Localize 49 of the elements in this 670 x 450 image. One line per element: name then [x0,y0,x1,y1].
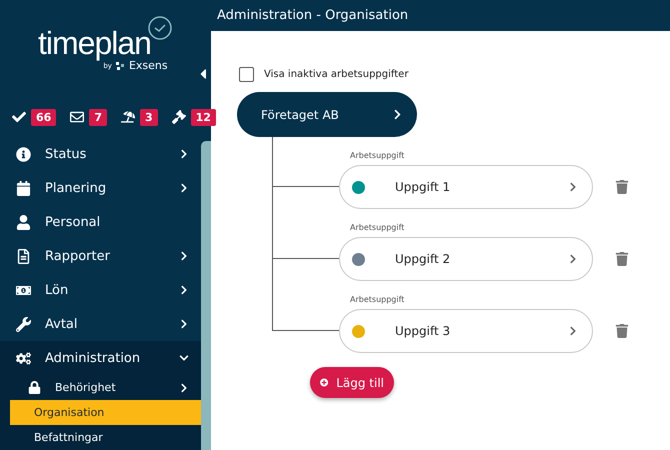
lock-icon [28,381,41,394]
task-caption: Arbetsuppgift [350,151,406,162]
envelope-icon[interactable] [70,110,84,124]
document-icon [16,248,31,264]
task-node[interactable]: Uppgift 1 [339,165,593,209]
count-badge: 66 [31,108,56,126]
check-icon[interactable] [12,110,26,124]
trash-icon[interactable] [615,324,629,338]
organisation-node[interactable]: Företaget AB [237,92,417,137]
scrollbar[interactable] [201,141,211,450]
count-badge: 7 [89,108,107,126]
count-badge: 12 [190,108,216,126]
logo-brand: Exsens [128,59,168,72]
sidebar-item[interactable]: Lön [0,273,201,307]
sidebar-item[interactable]: Rapporter [0,239,201,273]
beach-umbrella-icon[interactable] [120,110,135,124]
sidebar-item[interactable]: Planering [0,171,201,205]
connector-line [272,209,339,281]
task-node[interactable]: Uppgift 3 [339,309,593,353]
chevron-right-icon [392,109,403,120]
trash-icon[interactable] [615,252,629,266]
chevron-right-icon [568,182,578,192]
calendar-icon [16,180,31,196]
sidebar-item[interactable]: Personal [0,205,201,239]
sidebar-item[interactable]: Administration [0,341,201,375]
checkbox-label: Visa inaktiva arbetsuppgifter [264,69,408,80]
info-icon [16,146,31,162]
sidebar-subitem[interactable]: Behörighet [10,375,201,400]
sidebar-subitem[interactable]: Befattningar [10,425,201,450]
count-badge: 3 [140,108,158,126]
person-icon [16,214,31,230]
task-node[interactable]: Uppgift 2 [339,237,593,281]
wrench-icon [16,316,31,332]
sidebar-item[interactable]: Avtal [0,307,201,341]
task-caption: Arbetsuppgift [350,295,406,306]
brand-mark-icon [116,62,125,70]
sidebar-subitem[interactable]: Organisation [10,400,201,425]
task-caption: Arbetsuppgift [350,223,406,234]
chevron-right-icon [568,254,578,264]
checkbox[interactable] [239,67,254,82]
chevron-right-icon [568,326,578,336]
trash-icon[interactable] [615,180,629,194]
connector-line [272,137,339,209]
sidebar-item[interactable]: Status [0,137,201,171]
page-title: Administration - Organisation [211,0,670,31]
add-button[interactable]: Lägg till [310,367,394,398]
logo-wordmark: timeplan [38,27,151,60]
gavel-icon[interactable] [172,110,186,124]
gears-icon [16,350,31,366]
